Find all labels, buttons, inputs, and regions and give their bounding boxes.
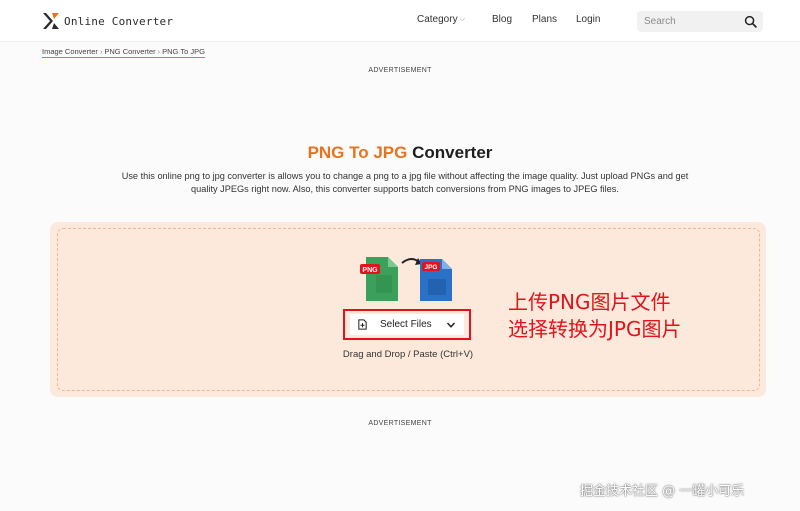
nav-category[interactable]: Category ⌵ [417, 14, 465, 25]
search-input[interactable] [637, 16, 737, 27]
select-files-button[interactable]: Select Files [350, 314, 464, 335]
advertisement-label-bottom: ADVERTISEMENT [368, 420, 432, 427]
top-header: Online Converter Category ⌵ Blog Plans L… [0, 0, 800, 42]
page-title-rest: Converter [412, 143, 493, 162]
nav-blog[interactable]: Blog [492, 14, 512, 25]
breadcrumb-png-to-jpg[interactable]: PNG To JPG [162, 47, 205, 56]
nav-plans[interactable]: Plans [532, 14, 557, 25]
png-file-label: PNG [362, 267, 378, 274]
annotation-line-1: 上传PNG图片文件 [508, 290, 671, 314]
search-box [637, 11, 763, 32]
brand-logo-icon [43, 13, 59, 29]
breadcrumb-image-converter[interactable]: Image Converter [42, 47, 98, 56]
annotation-note: 上传PNG图片文件 选择转换为JPG图片 [508, 289, 681, 343]
watermark-text: 掘金技术社区 @ 一罐小可乐 [580, 484, 745, 499]
breadcrumb: Image Converter › PNG Converter › PNG To… [42, 47, 205, 58]
brand-logo[interactable]: Online Converter [42, 11, 173, 31]
advertisement-label-top: ADVERTISEMENT [368, 67, 432, 74]
page-title: PNG To JPG Converter [0, 143, 800, 163]
annotation-line-2: 选择转换为JPG图片 [508, 317, 682, 341]
nav-category-label: Category [417, 14, 458, 25]
search-icon[interactable] [744, 15, 757, 28]
brand-name: Online Converter [64, 14, 174, 28]
select-files-label: Select Files [380, 319, 432, 330]
breadcrumb-png-converter[interactable]: PNG Converter [104, 47, 155, 56]
drag-drop-hint: Drag and Drop / Paste (Ctrl+V) [342, 349, 474, 360]
nav-login[interactable]: Login [576, 14, 600, 25]
chevron-down-icon: ⌵ [459, 15, 465, 23]
jpg-file-label: JPG [424, 264, 437, 271]
chevron-down-icon[interactable] [446, 320, 456, 330]
page-title-highlight: PNG To JPG [307, 143, 408, 162]
file-upload-icon [358, 319, 367, 330]
breadcrumb-separator-icon: › [99, 47, 103, 56]
png-to-jpg-icon: PNG JPG [360, 257, 452, 301]
page-description: Use this online png to jpg converter is … [121, 171, 689, 194]
select-files-highlight: Select Files [343, 309, 471, 340]
breadcrumb-separator-icon: › [157, 47, 161, 56]
